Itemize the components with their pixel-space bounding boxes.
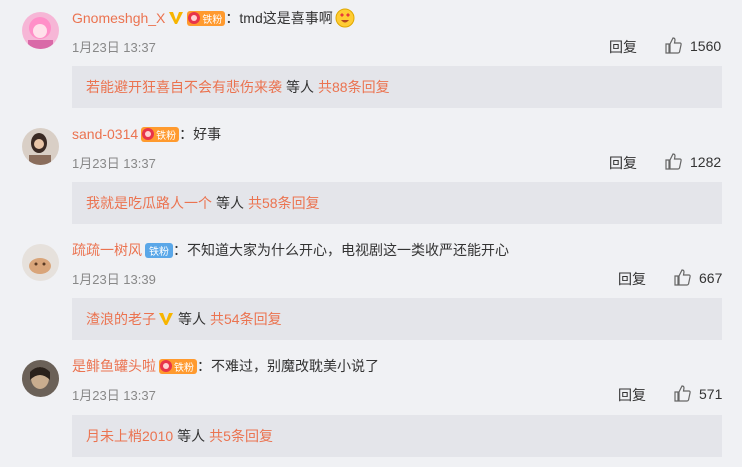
heart-eyes-emoji-icon <box>335 8 355 28</box>
reply-button[interactable]: 回复 <box>618 385 646 405</box>
colon: ： <box>179 126 194 142</box>
sub-reply-total[interactable]: 共5条回复 <box>209 426 273 446</box>
reply-button[interactable]: 回复 <box>609 153 637 173</box>
like-button[interactable]: 667 <box>674 269 722 286</box>
like-count: 1282 <box>690 153 722 170</box>
heart-icon <box>160 360 172 372</box>
fan-badge: 铁粉 <box>141 126 180 142</box>
comment-date: 1月23日 13:37 <box>72 40 156 55</box>
like-button[interactable]: 1282 <box>665 153 721 170</box>
avatar[interactable] <box>22 360 59 397</box>
comment-text: 好事 <box>193 126 222 142</box>
like-button[interactable]: 571 <box>674 385 722 402</box>
like-count: 667 <box>699 269 723 286</box>
sub-reply-total[interactable]: 共54条回复 <box>210 309 282 329</box>
thumbs-up-icon <box>674 385 691 402</box>
username[interactable]: Gnomeshgh_X <box>72 10 165 26</box>
like-count: 571 <box>699 385 723 402</box>
heart-icon <box>188 12 201 24</box>
heart-icon <box>142 128 155 140</box>
fan-badge: 铁粉 <box>187 10 226 26</box>
avatar[interactable] <box>22 12 59 49</box>
fan-badge: 铁粉 <box>145 242 173 258</box>
fan-badge-label: 铁粉 <box>149 246 169 258</box>
verified-v-icon <box>168 10 184 26</box>
comment-text: 不知道大家为什么开心，电视剧这一类收严还能开心 <box>187 242 509 258</box>
sub-reply-author[interactable]: 月未上梢2010 <box>86 426 173 446</box>
verified-v-icon <box>158 311 174 327</box>
sub-reply-etc: 等人 <box>216 195 244 211</box>
sub-reply-author[interactable]: 我就是吃瓜路人一个 <box>86 193 212 213</box>
username[interactable]: sand-0314 <box>72 126 138 142</box>
reply-button[interactable]: 回复 <box>609 37 637 57</box>
sub-reply-author[interactable]: 若能避开狂喜自不会有悲伤来袭 <box>86 77 282 97</box>
username[interactable]: 疏疏一树风 <box>72 240 142 260</box>
fan-badge-label: 铁粉 <box>156 130 177 142</box>
comment-date: 1月23日 13:39 <box>72 272 156 287</box>
thumbs-up-icon <box>665 37 682 54</box>
sub-replies-box[interactable]: 我就是吃瓜路人一个 等人 共58条回复 <box>72 182 722 224</box>
thumbs-up-icon <box>665 153 682 170</box>
comment-date: 1月23日 13:37 <box>72 156 156 171</box>
like-button[interactable]: 1560 <box>665 37 721 54</box>
fan-badge-label: 铁粉 <box>174 362 194 374</box>
comment-text: 不难过，别魔改耽美小说了 <box>211 358 379 374</box>
thumbs-up-icon <box>674 269 691 286</box>
like-count: 1560 <box>690 37 722 54</box>
sub-reply-etc: 等人 <box>178 311 206 327</box>
colon: ： <box>173 242 187 258</box>
fan-badge-label: 铁粉 <box>202 14 223 26</box>
sub-reply-etc: 等人 <box>177 428 206 444</box>
avatar[interactable] <box>22 128 59 165</box>
avatar[interactable] <box>22 244 59 281</box>
colon: ： <box>197 358 211 374</box>
reply-button[interactable]: 回复 <box>618 269 646 289</box>
sub-replies-box[interactable]: 月未上梢2010 等人 共5条回复 <box>72 415 722 457</box>
username[interactable]: 是鲱鱼罐头啦 <box>72 356 156 376</box>
sub-replies-box[interactable]: 渣浪的老子 等人 共54条回复 <box>72 298 722 340</box>
sub-reply-total[interactable]: 共58条回复 <box>248 193 320 213</box>
fan-badge: 铁粉 <box>159 358 197 374</box>
colon: ： <box>225 10 240 26</box>
sub-reply-etc: 等人 <box>286 79 314 95</box>
sub-reply-author[interactable]: 渣浪的老子 <box>86 309 156 329</box>
comment-date: 1月23日 13:37 <box>72 388 156 403</box>
sub-replies-box[interactable]: 若能避开狂喜自不会有悲伤来袭 等人 共88条回复 <box>72 66 722 108</box>
comment-text: tmd这是喜事啊 <box>239 10 333 26</box>
sub-reply-total[interactable]: 共88条回复 <box>318 77 390 97</box>
